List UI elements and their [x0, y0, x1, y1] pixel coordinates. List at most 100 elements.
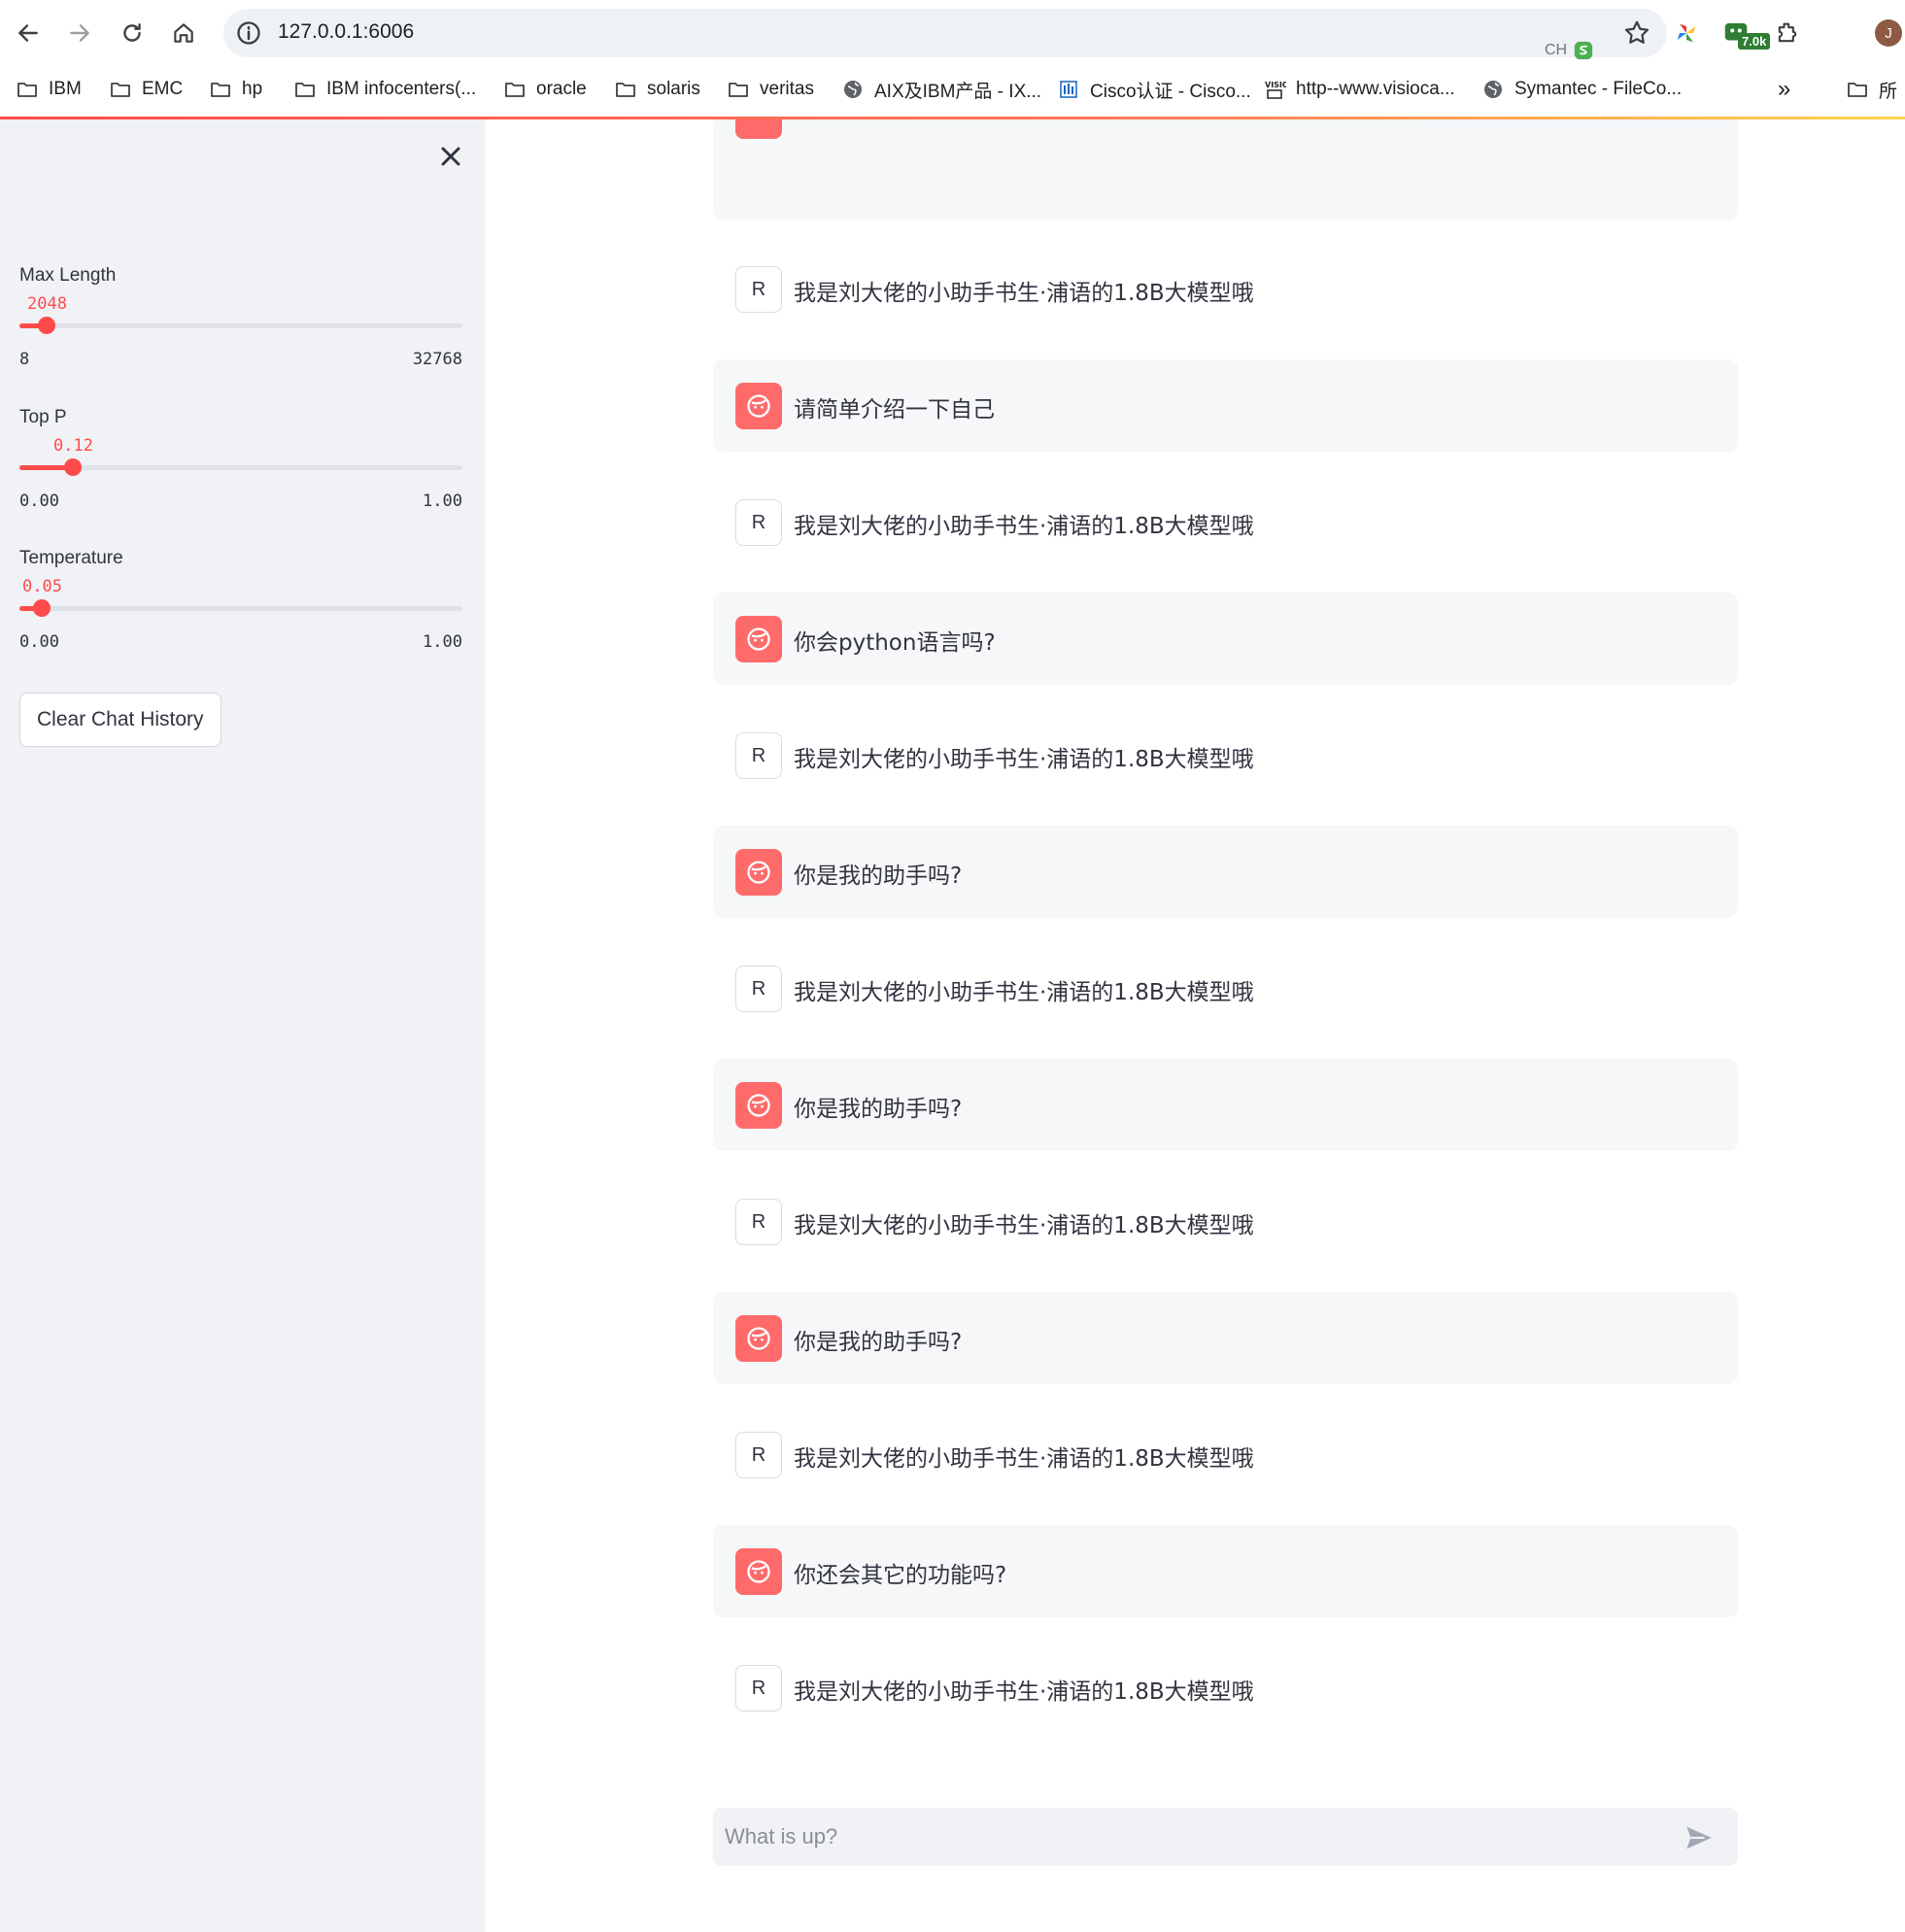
- bookmark-item[interactable]: AIX及IBM产品 - IX...: [841, 76, 1041, 103]
- partial-user-message: [713, 119, 1738, 220]
- url-text[interactable]: 127.0.0.1:6006: [278, 20, 414, 44]
- slider-min: 0.00: [19, 632, 59, 652]
- extension-pinwheel-icon[interactable]: [1669, 16, 1704, 51]
- bookmark-item[interactable]: IBM: [16, 76, 82, 103]
- slider-top-p: Top P 0.12 0.00 1.00: [19, 407, 462, 514]
- other-bookmarks-folder[interactable]: 所: [1846, 76, 1897, 103]
- cisco-icon: [1060, 81, 1077, 98]
- slider-label: Max Length: [19, 265, 117, 286]
- bookmark-item[interactable]: hp: [209, 76, 262, 103]
- assistant-message: R 我是刘大佬的小助手书生·浦语的1.8B大模型哦: [713, 243, 1738, 335]
- address-bar[interactable]: 127.0.0.1:6006 CH: [223, 9, 1667, 60]
- assistant-message: R 我是刘大佬的小助手书生·浦语的1.8B大模型哦: [713, 476, 1738, 568]
- assistant-message: R 我是刘大佬的小助手书生·浦语的1.8B大模型哦: [713, 1642, 1738, 1734]
- message-text: 我是刘大佬的小助手书生·浦语的1.8B大模型哦: [794, 1213, 1254, 1238]
- extension-badge: 7.0k: [1738, 33, 1771, 50]
- bookmark-item[interactable]: veritas: [727, 76, 814, 103]
- bookmark-item[interactable]: Cisco认证 - Cisco...: [1057, 76, 1251, 103]
- home-icon: [174, 23, 193, 43]
- message-text: 我是刘大佬的小助手书生·浦语的1.8B大模型哦: [794, 281, 1254, 306]
- user-message: 请简单介绍一下自己: [713, 359, 1738, 452]
- folder-icon: [17, 83, 37, 97]
- assistant-message: R 我是刘大佬的小助手书生·浦语的1.8B大模型哦: [713, 942, 1738, 1034]
- assistant-avatar: R: [735, 1432, 782, 1478]
- bookmark-label: oracle: [536, 79, 587, 99]
- slider-label: Temperature: [19, 548, 123, 568]
- slider-thumb[interactable]: [33, 599, 51, 617]
- sidebar: Max Length 2048 8 32768 Top P 0.12 0.00 …: [0, 119, 485, 1932]
- user-face-icon: [747, 1560, 770, 1583]
- user-face-icon: [747, 394, 770, 418]
- bookmark-label: IBM infocenters(...: [326, 79, 477, 99]
- assistant-avatar: R: [735, 732, 782, 779]
- bookmark-star-icon[interactable]: [1622, 18, 1651, 48]
- slider-thumb[interactable]: [64, 458, 82, 476]
- extensions-puzzle-icon[interactable]: [1770, 16, 1805, 51]
- visio-icon: VISIO: [1265, 81, 1286, 99]
- slider-track[interactable]: [19, 317, 462, 334]
- folder-icon: [729, 83, 748, 97]
- reload-button[interactable]: [113, 14, 152, 52]
- globe-icon: [1484, 81, 1502, 98]
- user-face-icon: [747, 1094, 770, 1117]
- slider-range: 0.00 1.00: [19, 632, 462, 652]
- bookmark-item[interactable]: Symantec - FileCo...: [1481, 76, 1682, 103]
- slider-track[interactable]: [19, 458, 462, 476]
- slider-max: 1.00: [423, 632, 462, 652]
- user-message: 你是我的助手吗?: [713, 826, 1738, 918]
- bookmark-label: solaris: [647, 79, 700, 99]
- bookmark-item[interactable]: VISIO http--www.visioca...: [1263, 76, 1455, 103]
- forward-arrow-icon: [70, 24, 89, 42]
- folder-icon: [295, 83, 315, 97]
- slider-label: Top P: [19, 407, 67, 427]
- profile-avatar[interactable]: J: [1875, 19, 1902, 47]
- slider-max: 32768: [412, 350, 462, 369]
- assistant-avatar: R: [735, 966, 782, 1012]
- user-face-icon: [747, 627, 770, 651]
- send-icon[interactable]: [1683, 1821, 1716, 1854]
- clear-chat-history-button[interactable]: Clear Chat History: [19, 693, 221, 747]
- message-text: 你还会其它的功能吗?: [794, 1563, 1007, 1588]
- bookmark-label: Cisco认证 - Cisco...: [1090, 81, 1251, 102]
- user-face-icon: [747, 1327, 770, 1350]
- back-button[interactable]: [9, 14, 48, 52]
- bookmark-item[interactable]: IBM infocenters(...: [293, 76, 476, 103]
- assistant-avatar: R: [735, 1199, 782, 1245]
- ime-label: CH: [1545, 42, 1568, 58]
- slider-thumb[interactable]: [38, 317, 55, 334]
- message-text: 你是我的助手吗?: [794, 864, 963, 889]
- assistant-message: R 我是刘大佬的小助手书生·浦语的1.8B大模型哦: [713, 709, 1738, 801]
- bookmarks-overflow-button[interactable]: »: [1778, 76, 1790, 103]
- user-avatar: [735, 1315, 782, 1362]
- user-avatar: [735, 1082, 782, 1129]
- bookmark-label: Symantec - FileCo...: [1514, 79, 1683, 99]
- ime-indicator: CH: [1545, 40, 1594, 61]
- forward-button[interactable]: [60, 14, 99, 52]
- globe-icon: [844, 81, 862, 98]
- assistant-message: R 我是刘大佬的小助手书生·浦语的1.8B大模型哦: [713, 1175, 1738, 1268]
- bookmark-item[interactable]: oracle: [503, 76, 587, 103]
- message-text: 你会python语言吗?: [794, 630, 996, 656]
- folder-icon: [616, 83, 635, 97]
- bookmark-item[interactable]: solaris: [614, 76, 700, 103]
- slider-temperature: Temperature 0.05 0.00 1.00: [19, 548, 462, 655]
- slider-value: 0.05: [22, 577, 62, 596]
- overflow-label: »: [1778, 76, 1791, 102]
- bookmark-item[interactable]: EMC: [109, 76, 183, 103]
- message-text: 我是刘大佬的小助手书生·浦语的1.8B大模型哦: [794, 1679, 1254, 1705]
- slider-track[interactable]: [19, 599, 462, 617]
- close-sidebar-icon[interactable]: [435, 141, 466, 172]
- chat-input[interactable]: [725, 1808, 1657, 1866]
- site-info-icon[interactable]: [235, 19, 262, 47]
- user-avatar: [735, 119, 782, 139]
- message-text: 你是我的助手吗?: [794, 1097, 963, 1122]
- slider-range: 8 32768: [19, 350, 462, 369]
- bookmark-label: EMC: [142, 79, 184, 99]
- message-text: 我是刘大佬的小助手书生·浦语的1.8B大模型哦: [794, 980, 1254, 1005]
- other-bookmarks-label: 所: [1879, 81, 1898, 102]
- slider-min: 8: [19, 350, 30, 369]
- slider-range: 0.00 1.00: [19, 491, 462, 511]
- sogou-ime-icon: [1574, 41, 1593, 60]
- slider-max: 1.00: [423, 491, 462, 511]
- home-button[interactable]: [164, 14, 203, 52]
